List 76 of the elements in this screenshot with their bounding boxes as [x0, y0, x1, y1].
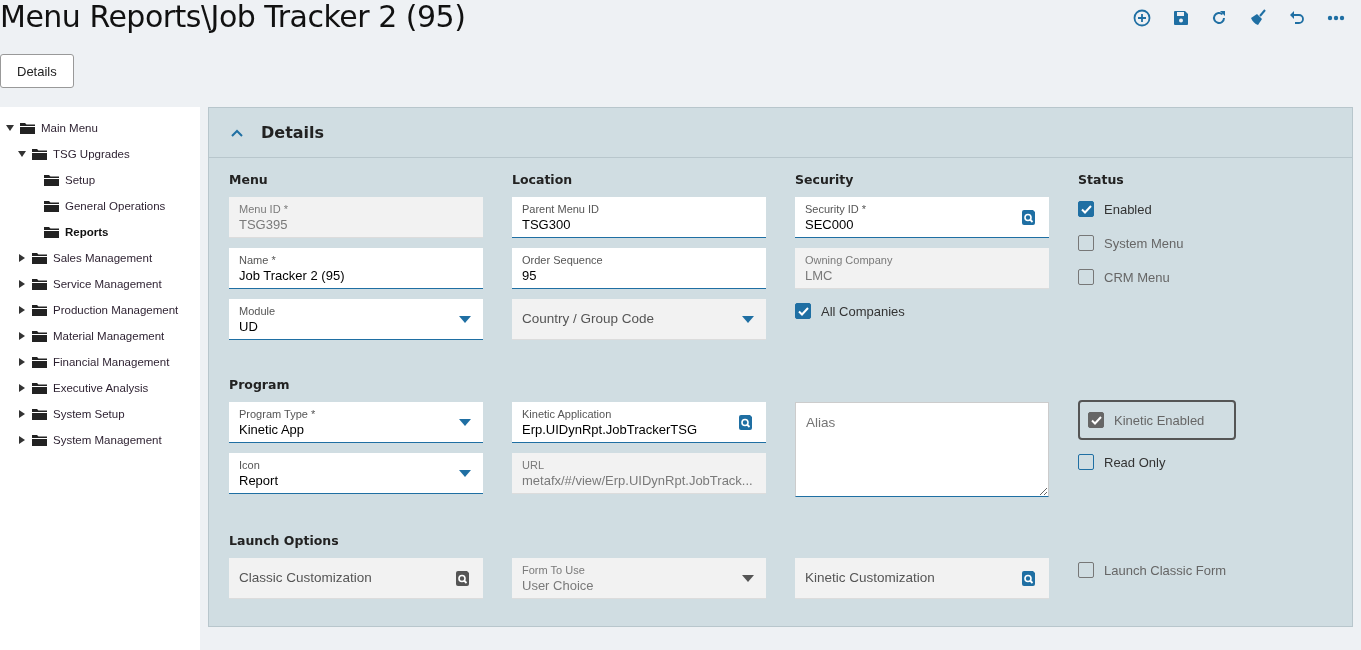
- tree-item[interactable]: Executive Analysis: [0, 375, 200, 401]
- search-icon[interactable]: [1022, 571, 1035, 586]
- input-field[interactable]: Parent Menu ID TSG300: [512, 197, 766, 238]
- expand-arrow-icon[interactable]: [18, 358, 26, 366]
- page-title: Menu Reports\Job Tracker 2 (95): [0, 0, 466, 34]
- tree-item[interactable]: Setup: [0, 167, 200, 193]
- folder-icon: [32, 356, 47, 368]
- lookup-field[interactable]: Kinetic Customization: [795, 558, 1049, 599]
- expand-arrow-icon[interactable]: [18, 410, 26, 418]
- tree-item[interactable]: TSG Upgrades: [0, 141, 200, 167]
- caret-icon[interactable]: [742, 316, 754, 323]
- broom-icon[interactable]: [1249, 9, 1267, 27]
- expand-arrow-icon[interactable]: [18, 384, 26, 392]
- expand-arrow-icon[interactable]: [18, 436, 26, 444]
- folder-icon: [32, 330, 47, 342]
- section-heading: Launch Options: [229, 532, 340, 550]
- tree-item[interactable]: Financial Management: [0, 349, 200, 375]
- folder-icon: [44, 200, 59, 212]
- check-icon: [1090, 415, 1102, 425]
- refresh-icon[interactable]: [1211, 10, 1227, 26]
- column-heading: Security: [795, 171, 855, 189]
- tree-item[interactable]: Production Management: [0, 297, 200, 323]
- section-heading: Program: [229, 376, 291, 394]
- caret-icon[interactable]: [459, 316, 471, 323]
- search-icon[interactable]: [1022, 210, 1035, 225]
- check-icon: [797, 306, 809, 316]
- details-button[interactable]: Details: [0, 54, 74, 88]
- folder-icon: [20, 122, 35, 134]
- collapse-arrow-icon[interactable]: [6, 124, 14, 132]
- check-icon: [1080, 204, 1092, 214]
- panel-title: Details: [261, 123, 325, 142]
- search-icon[interactable]: [739, 415, 752, 430]
- alias-field[interactable]: Alias: [795, 402, 1049, 497]
- folder-icon: [44, 226, 59, 238]
- expand-arrow-icon[interactable]: [18, 332, 26, 340]
- dropdown-field[interactable]: Module UD: [229, 299, 483, 340]
- folder-icon: [32, 252, 47, 264]
- folder-icon: [44, 174, 59, 186]
- caret-icon[interactable]: [459, 419, 471, 426]
- tree-item[interactable]: Main Menu: [0, 115, 200, 141]
- tree-item[interactable]: Service Management: [0, 271, 200, 297]
- column-heading: Menu: [229, 171, 269, 189]
- lookup-field[interactable]: Security ID * SEC000: [795, 197, 1049, 238]
- dropdown-field[interactable]: Icon Report: [229, 453, 483, 494]
- more-icon[interactable]: [1327, 15, 1345, 21]
- lookup-field[interactable]: Kinetic Application Erp.UIDynRpt.JobTrackerTSG: [512, 402, 766, 443]
- folder-icon: [32, 434, 47, 446]
- caret-icon[interactable]: [459, 470, 471, 477]
- checkbox[interactable]: Enabled: [1078, 197, 1152, 221]
- folder-icon: [32, 278, 47, 290]
- tree-item[interactable]: General Operations: [0, 193, 200, 219]
- tree-item[interactable]: System Management: [0, 427, 200, 453]
- dropdown-field[interactable]: Program Type * Kinetic App: [229, 402, 483, 443]
- collapse-chevron-icon[interactable]: [231, 128, 243, 137]
- expand-arrow-icon[interactable]: [18, 254, 26, 262]
- tree-item[interactable]: Reports: [0, 219, 200, 245]
- collapse-arrow-icon[interactable]: [18, 150, 26, 158]
- save-icon[interactable]: [1173, 10, 1189, 26]
- folder-icon: [32, 408, 47, 420]
- column-heading: Location: [512, 171, 574, 189]
- tree-item[interactable]: Sales Management: [0, 245, 200, 271]
- undo-icon[interactable]: [1289, 9, 1305, 27]
- checkbox[interactable]: Read Only: [1078, 450, 1166, 474]
- folder-icon: [32, 148, 47, 160]
- checkbox[interactable]: All Companies: [795, 299, 905, 323]
- input-field[interactable]: Order Sequence 95: [512, 248, 766, 289]
- tree-item[interactable]: Material Management: [0, 323, 200, 349]
- input-field[interactable]: Name * Job Tracker 2 (95): [229, 248, 483, 289]
- add-icon[interactable]: [1133, 9, 1151, 27]
- column-heading: Status: [1078, 171, 1125, 189]
- tree-item[interactable]: System Setup: [0, 401, 200, 427]
- expand-arrow-icon[interactable]: [18, 280, 26, 288]
- dropdown-field[interactable]: Country / Group Code: [512, 299, 766, 340]
- expand-arrow-icon[interactable]: [18, 306, 26, 314]
- folder-icon: [32, 304, 47, 316]
- folder-icon: [32, 382, 47, 394]
